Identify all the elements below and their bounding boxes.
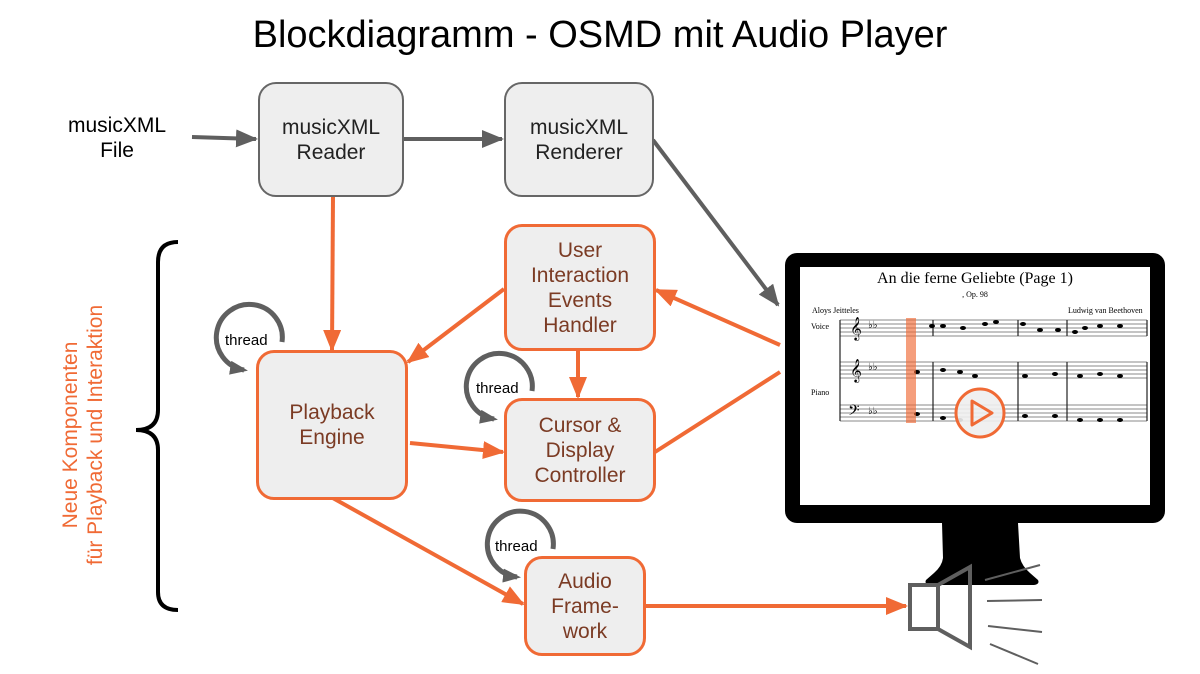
staff-label-voice: Voice xyxy=(811,322,830,331)
group-label-new-components: Neue Komponenten für Playback und Intera… xyxy=(59,304,107,566)
arrow-user-to-playback xyxy=(406,287,506,364)
score-subtitle: , Op. 98 xyxy=(962,290,988,299)
svg-text:♭♭: ♭♭ xyxy=(868,406,878,417)
svg-text:𝄞: 𝄞 xyxy=(850,316,862,341)
input-file-label: musicXML File xyxy=(67,114,167,162)
arrow-renderer-to-monitor xyxy=(651,138,780,307)
node-musicxml-renderer[interactable]: musicXML Renderer xyxy=(504,82,654,197)
thread-label-audio: thread xyxy=(495,538,538,555)
node-audio-framework[interactable]: Audio Frame- work xyxy=(524,556,646,656)
svg-text:♭♭: ♭♭ xyxy=(868,320,878,331)
thread-label-playback: thread xyxy=(225,332,268,349)
svg-text:𝄢: 𝄢 xyxy=(848,402,860,423)
score-lyricist: Aloys Jeitteles xyxy=(812,306,859,315)
arrow-playback-to-cursor xyxy=(409,441,505,460)
group-brace xyxy=(135,240,179,612)
node-playback-engine[interactable]: Playback Engine xyxy=(256,350,408,500)
line-cursor-to-monitor xyxy=(653,370,782,454)
playback-cursor-highlight xyxy=(906,318,916,423)
arrow-reader-to-playback xyxy=(323,195,342,352)
thread-label-cursor: thread xyxy=(476,380,519,397)
monitor-icon: 𝄞 𝄞 𝄢 ♭♭ ♭♭ ♭♭ xyxy=(785,253,1165,585)
play-button-icon xyxy=(954,387,1006,439)
arrow-monitor-to-user xyxy=(654,288,781,347)
score-title: An die ferne Geliebte (Page 1) xyxy=(877,270,1073,287)
node-user-interaction-events-handler[interactable]: User Interaction Events Handler xyxy=(504,224,656,351)
staff-label-piano: Piano xyxy=(811,388,830,397)
node-musicxml-reader[interactable]: musicXML Reader xyxy=(258,82,404,197)
arrow-file-to-reader xyxy=(191,129,258,148)
node-cursor-display-controller[interactable]: Cursor & Display Controller xyxy=(504,398,656,502)
score-composer: Ludwig van Beethoven xyxy=(1068,306,1143,315)
svg-text:♭♭: ♭♭ xyxy=(868,362,878,373)
svg-text:𝄞: 𝄞 xyxy=(850,358,862,383)
